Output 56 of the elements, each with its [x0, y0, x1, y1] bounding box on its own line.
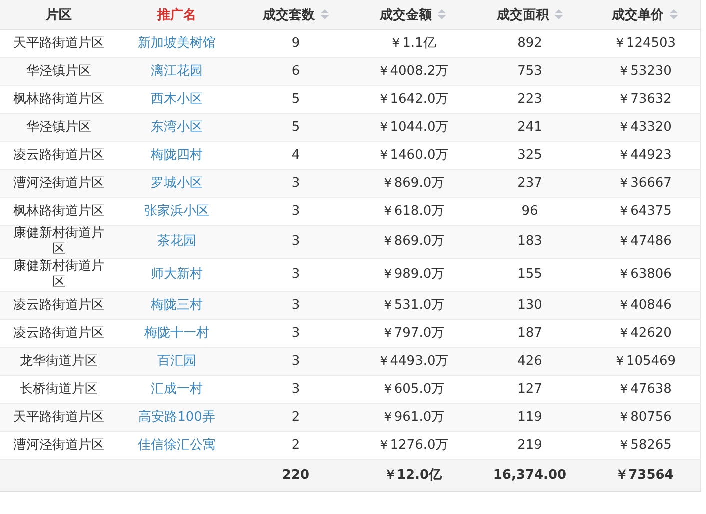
table-cell: ￥1044.0万 [356, 114, 470, 142]
community-link[interactable]: 罗城小区 [118, 170, 236, 198]
total-cell: ￥12.0亿 [356, 460, 470, 492]
table-cell: 183 [470, 226, 590, 258]
table-cell: ￥40846 [590, 292, 700, 320]
table-cell: 753 [470, 58, 590, 86]
table-cell: ￥43320 [590, 114, 700, 142]
sort-icon [438, 8, 446, 20]
column-header[interactable]: 成交套数 [236, 0, 356, 30]
table-cell: 3 [236, 226, 356, 258]
table-cell: 3 [236, 292, 356, 320]
table-cell: ￥4493.0万 [356, 348, 470, 376]
table-cell: ￥80756 [590, 404, 700, 432]
table-cell: 130 [470, 292, 590, 320]
table-cell: 漕河泾街道片区 [0, 170, 118, 198]
table-cell: 6 [236, 58, 356, 86]
community-link[interactable]: 高安路100弄 [118, 404, 236, 432]
table-cell: ￥531.0万 [356, 292, 470, 320]
table-cell: ￥105469 [590, 348, 700, 376]
table-cell: 237 [470, 170, 590, 198]
community-link[interactable]: 茶花园 [118, 226, 236, 258]
community-link[interactable]: 漓江花园 [118, 58, 236, 86]
table-cell: 2 [236, 404, 356, 432]
table-cell: 康健新村街道片区 [0, 226, 118, 258]
column-header[interactable]: 成交面积 [470, 0, 590, 30]
total-cell: 220 [236, 460, 356, 492]
table-cell: ￥36667 [590, 170, 700, 198]
community-link[interactable]: 梅陇三村 [118, 292, 236, 320]
table-cell: 龙华街道片区 [0, 348, 118, 376]
sort-icon [670, 8, 678, 20]
table-cell: ￥47486 [590, 226, 700, 258]
table-cell: 天平路街道片区 [0, 404, 118, 432]
column-header[interactable]: 成交金额 [356, 0, 470, 30]
community-link[interactable]: 百汇园 [118, 348, 236, 376]
table-cell: 241 [470, 114, 590, 142]
sort-icon [321, 8, 329, 20]
sort-icon [555, 8, 563, 20]
table-cell: ￥53230 [590, 58, 700, 86]
community-link[interactable]: 东湾小区 [118, 114, 236, 142]
table-cell: 华泾镇片区 [0, 114, 118, 142]
table-cell: 3 [236, 348, 356, 376]
column-header[interactable]: 片区 [0, 0, 118, 30]
table-cell: 华泾镇片区 [0, 58, 118, 86]
column-header[interactable]: 推广名 [118, 0, 236, 30]
table-cell: ￥4008.2万 [356, 58, 470, 86]
table-cell: 3 [236, 170, 356, 198]
total-cell: ￥73564 [590, 460, 700, 492]
table-cell: 凌云路街道片区 [0, 292, 118, 320]
table-cell: 5 [236, 114, 356, 142]
table-cell: 426 [470, 348, 590, 376]
table-cell: ￥869.0万 [356, 170, 470, 198]
table-cell: ￥961.0万 [356, 404, 470, 432]
total-cell: 16,374.00 [470, 460, 590, 492]
column-header[interactable]: 成交单价 [590, 0, 700, 30]
table-cell: ￥869.0万 [356, 226, 470, 258]
table-cell: 119 [470, 404, 590, 432]
